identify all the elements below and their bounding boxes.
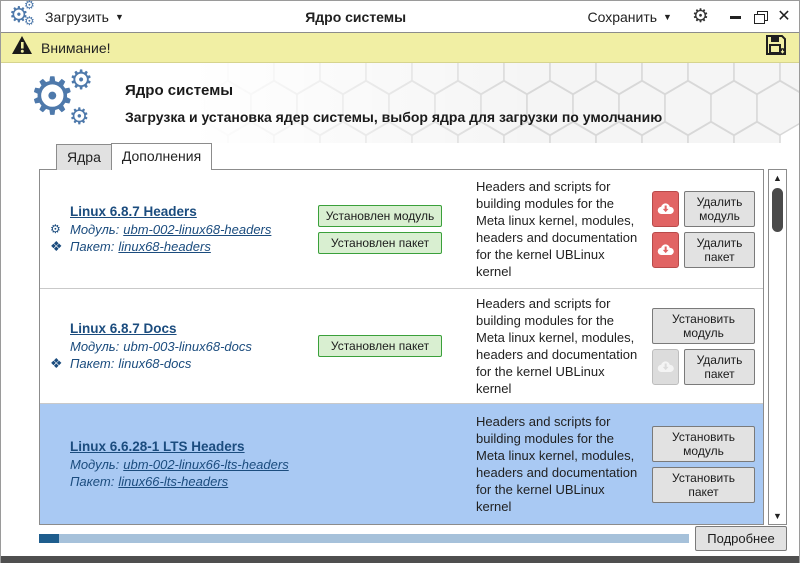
- chevron-down-icon: ▼: [114, 11, 124, 22]
- page-title: Ядро системы: [125, 81, 234, 99]
- gear-icon: ⚙: [69, 65, 94, 95]
- package-icon: ❖: [50, 238, 63, 254]
- package-label: Пакет:: [70, 355, 115, 371]
- remove-package-button[interactable]: Удалить пакет: [684, 231, 755, 268]
- module-link[interactable]: ubm-002-linux66-lts-headers: [123, 457, 288, 472]
- module-label: Модуль:: [70, 456, 120, 472]
- chevron-down-icon: ▼: [663, 11, 672, 22]
- footer: Подробнее: [1, 525, 799, 556]
- install-module-button[interactable]: Установить модуль: [652, 307, 755, 344]
- app-window: ⚙ ⚙ ⚙ Загрузить ▼ Ядро системы Сохранить…: [0, 0, 800, 563]
- maximize-button[interactable]: [753, 10, 768, 24]
- addon-title-link[interactable]: Linux 6.8.7 Headers: [70, 204, 197, 219]
- package-label: Пакет:: [70, 473, 115, 489]
- module-link[interactable]: ubm-002-linux68-headers: [123, 222, 271, 237]
- list-item-selected[interactable]: Linux 6.6.28-1 LTS Headers Модуль: ubm-0…: [40, 403, 763, 524]
- settings-gear-icon[interactable]: ⚙: [692, 7, 709, 26]
- title-bar: ⚙ ⚙ ⚙ Загрузить ▼ Ядро системы Сохранить…: [1, 0, 799, 33]
- package-label: Пакет:: [70, 238, 115, 254]
- package-value: linux68-docs: [118, 355, 192, 371]
- package-link[interactable]: linux68-headers: [118, 239, 211, 254]
- list-item[interactable]: Linux 6.8.7 Docs Модуль: ubm-003-linux68…: [40, 288, 763, 403]
- addon-title-link[interactable]: Linux 6.8.7 Docs: [70, 321, 177, 336]
- status-badge-package-installed: Установлен пакет: [318, 231, 442, 254]
- module-label: Модуль:: [70, 221, 120, 237]
- details-button[interactable]: Подробнее: [695, 526, 787, 551]
- minimize-button[interactable]: [729, 10, 743, 24]
- gear-icon: ⚙: [24, 13, 35, 28]
- scrollbar-track[interactable]: [769, 186, 786, 508]
- scrollbar[interactable]: ▲ ▼: [768, 169, 787, 525]
- list-item[interactable]: Linux 6.8.7 Headers ⚙ Модуль: ubm-002-li…: [40, 170, 763, 288]
- addon-description: Headers and scripts for building modules…: [476, 414, 638, 514]
- window-controls: ✕: [729, 8, 791, 24]
- scroll-up-icon[interactable]: ▲: [769, 170, 786, 186]
- warning-bar: Внимание!: [1, 33, 799, 63]
- gear-icon: ⚙: [24, 0, 35, 12]
- module-label: Модуль:: [70, 338, 120, 354]
- module-gears-icon: ⚙: [50, 222, 61, 236]
- tab-bar: Ядра Дополнения: [1, 143, 799, 171]
- addons-list: Linux 6.8.7 Headers ⚙ Модуль: ubm-002-li…: [39, 169, 764, 525]
- download-module-icon-button[interactable]: [652, 190, 679, 227]
- download-package-icon-button-disabled: [652, 348, 679, 385]
- load-menu-label: Загрузить: [45, 8, 109, 25]
- page-subtitle: Загрузка и установка ядер системы, выбор…: [125, 108, 663, 125]
- download-package-icon-button[interactable]: [652, 231, 679, 268]
- scrollbar-thumb[interactable]: [772, 188, 783, 232]
- addon-title-link[interactable]: Linux 6.6.28-1 LTS Headers: [70, 439, 245, 454]
- close-button[interactable]: ✕: [777, 8, 791, 24]
- tab-addons[interactable]: Дополнения: [110, 143, 213, 171]
- warning-triangle-icon: [11, 35, 35, 60]
- load-menu-button[interactable]: Загрузить ▼: [39, 5, 130, 29]
- remove-package-button[interactable]: Удалить пакет: [684, 348, 755, 385]
- remove-module-button[interactable]: Удалить модуль: [684, 190, 755, 227]
- kernel-gears-icon: ⚙ ⚙ ⚙: [29, 65, 107, 135]
- save-menu-label: Сохранить: [587, 8, 658, 25]
- progress-bar-fill: [39, 534, 59, 543]
- status-badge-package-installed: Установлен пакет: [318, 335, 442, 357]
- tab-kernels[interactable]: Ядра: [56, 144, 112, 170]
- save-report-icon[interactable]: [765, 34, 789, 61]
- warning-label: Внимание!: [41, 39, 111, 56]
- page-header: ⚙ ⚙ ⚙ Ядро системы Загрузка и установка …: [1, 63, 799, 143]
- addon-description: Headers and scripts for building modules…: [476, 179, 638, 279]
- install-package-button[interactable]: Установить пакет: [652, 466, 755, 503]
- save-menu-button[interactable]: Сохранить ▼: [581, 5, 678, 29]
- addon-description: Headers and scripts for building modules…: [476, 296, 638, 396]
- gear-icon: ⚙: [69, 103, 90, 129]
- install-module-button[interactable]: Установить модуль: [652, 425, 755, 462]
- package-link[interactable]: linux66-lts-headers: [118, 474, 228, 489]
- window-bottom-edge: [1, 556, 799, 563]
- window-title: Ядро системы: [305, 8, 407, 25]
- module-value: ubm-003-linux68-docs: [123, 338, 252, 354]
- status-badge-module-installed: Установлен модуль: [318, 204, 442, 227]
- app-logo-gears-icon: ⚙ ⚙ ⚙: [9, 0, 39, 30]
- progress-bar: [39, 534, 689, 543]
- scroll-down-icon[interactable]: ▼: [769, 508, 786, 524]
- package-icon: ❖: [50, 355, 63, 371]
